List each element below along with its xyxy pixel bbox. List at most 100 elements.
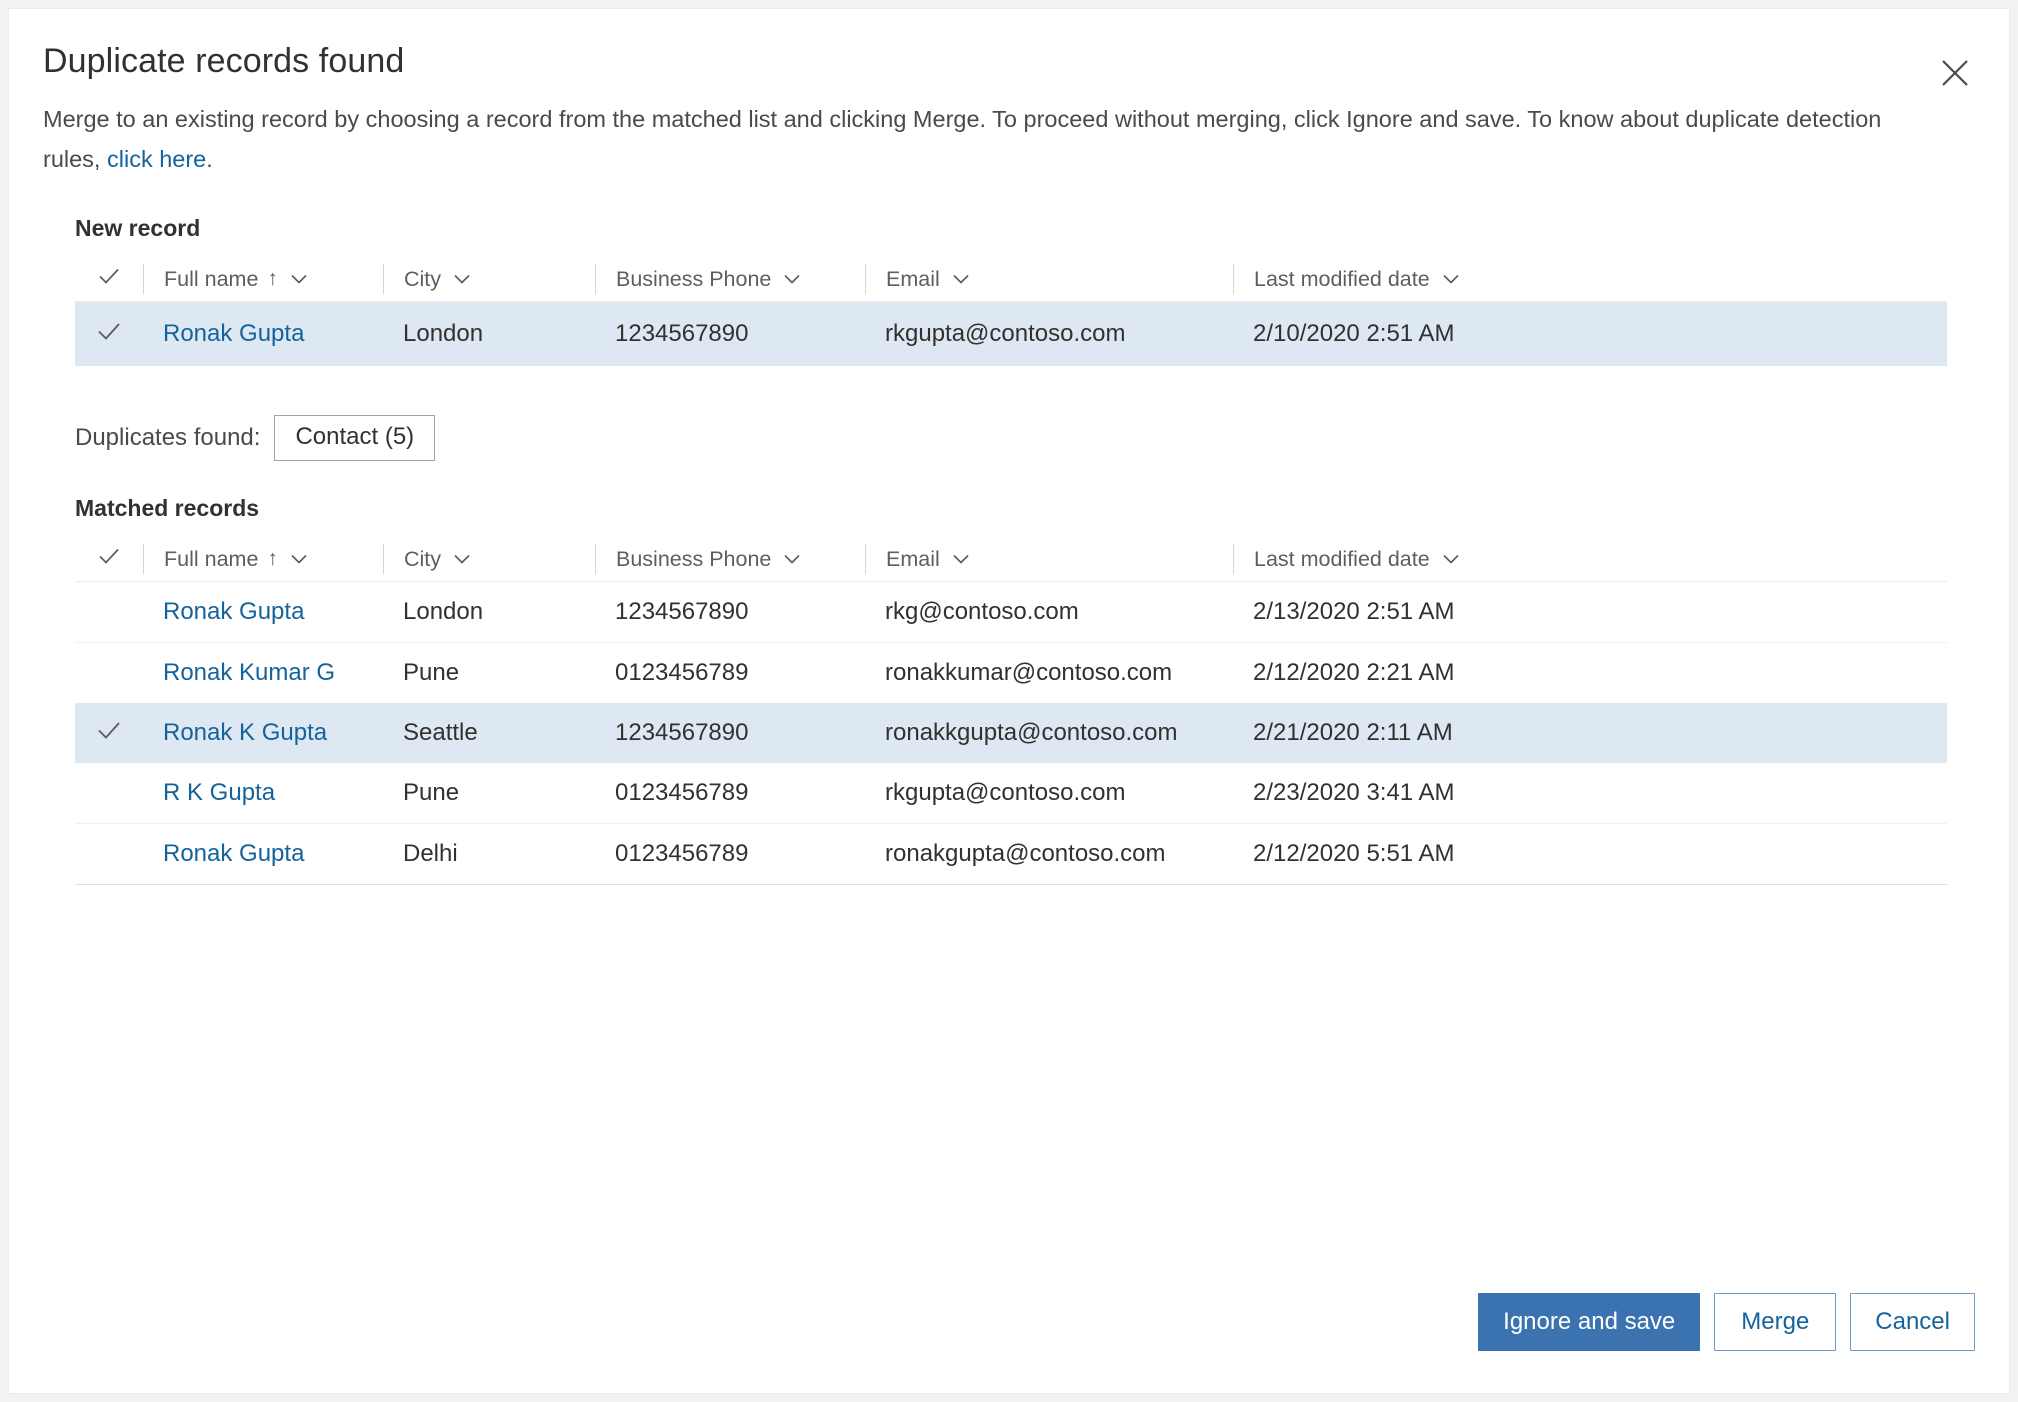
duplicates-found-row: Duplicates found: Contact (5): [75, 415, 436, 462]
cell-last-modified-date: 2/13/2020 2:51 AM: [1253, 598, 1455, 625]
column-header-city[interactable]: City: [383, 264, 595, 294]
ignore-and-save-button[interactable]: Ignore and save: [1478, 1293, 1701, 1351]
row-select-checkbox[interactable]: [75, 703, 143, 763]
row-select-checkbox[interactable]: [75, 582, 143, 642]
duplicate-records-dialog: Duplicate records found Merge to an exis…: [8, 8, 2010, 1394]
column-header-city-label: City: [404, 546, 442, 571]
check-icon: [96, 543, 122, 575]
cell-email: rkg@contoso.com: [885, 598, 1079, 625]
cell-full-name[interactable]: R K Gupta: [143, 763, 383, 823]
cell-email: ronakkgupta@contoso.com: [885, 719, 1178, 746]
chevron-down-icon[interactable]: [950, 268, 972, 290]
cell-city: Pune: [403, 659, 460, 686]
cell-business-phone: 1234567890: [615, 598, 749, 625]
check-icon: [95, 317, 123, 352]
cell-city: Delhi: [403, 840, 458, 867]
column-header-full-name-label: Full name: [164, 266, 259, 291]
cell-full-name[interactable]: Ronak Gupta: [143, 824, 383, 884]
cell-full-name[interactable]: Ronak Gupta: [143, 582, 383, 642]
cell-city: London: [403, 598, 484, 625]
cell-email: rkgupta@contoso.com: [885, 779, 1126, 806]
cell-last-modified-date: 2/23/2020 3:41 AM: [1253, 779, 1455, 806]
cell-business-phone: 0123456789: [615, 659, 749, 686]
chevron-down-icon[interactable]: [288, 268, 310, 290]
cell-last-modified-date: 2/10/2020 2:51 AM: [1253, 320, 1455, 347]
cell-last-modified-date: 2/21/2020 2:11 AM: [1253, 719, 1453, 746]
cell-city: Pune: [403, 779, 460, 806]
column-header-last-modified-date-label: Last modified date: [1254, 546, 1430, 571]
cell-email: ronakgupta@contoso.com: [885, 840, 1166, 867]
chevron-down-icon[interactable]: [781, 548, 803, 570]
table-row[interactable]: Ronak Gupta Delhi 0123456789 ronakgupta@…: [75, 824, 1947, 885]
column-header-full-name[interactable]: Full name ↑: [143, 544, 383, 574]
column-header-business-phone[interactable]: Business Phone: [595, 544, 865, 574]
chevron-down-icon[interactable]: [950, 548, 972, 570]
cell-business-phone: 1234567890: [615, 320, 749, 347]
cell-city: Seattle: [403, 719, 478, 746]
row-select-checkbox[interactable]: [75, 643, 143, 703]
chevron-down-icon[interactable]: [1440, 268, 1462, 290]
duplicates-entity-tab-contact[interactable]: Contact (5): [274, 415, 436, 462]
duplicate-detection-rules-link[interactable]: click here: [107, 146, 206, 172]
column-header-email-label: Email: [886, 266, 940, 291]
cell-business-phone: 0123456789: [615, 840, 749, 867]
merge-button[interactable]: Merge: [1714, 1293, 1837, 1351]
table-row[interactable]: Ronak K Gupta Seattle 1234567890 ronakkg…: [75, 703, 1947, 763]
chevron-down-icon[interactable]: [781, 268, 803, 290]
column-header-last-modified-date[interactable]: Last modified date: [1233, 544, 1633, 574]
row-select-checkbox[interactable]: [75, 302, 143, 366]
matched-records-grid: Full name ↑ City Business Phone Email La…: [75, 537, 1947, 885]
cell-business-phone: 0123456789: [615, 779, 749, 806]
close-icon: [1940, 58, 1970, 88]
column-header-last-modified-date-label: Last modified date: [1254, 266, 1430, 291]
cell-full-name[interactable]: Ronak K Gupta: [143, 703, 383, 763]
column-header-select-all[interactable]: [75, 544, 143, 574]
cell-city: London: [403, 320, 484, 347]
column-header-full-name[interactable]: Full name ↑: [143, 264, 383, 294]
cancel-button[interactable]: Cancel: [1850, 1293, 1975, 1351]
column-header-city-label: City: [404, 266, 442, 291]
column-header-business-phone[interactable]: Business Phone: [595, 264, 865, 294]
chevron-down-icon[interactable]: [288, 548, 310, 570]
column-header-last-modified-date[interactable]: Last modified date: [1233, 264, 1633, 294]
matched-records-grid-header: Full name ↑ City Business Phone Email La…: [75, 537, 1947, 582]
check-icon: [95, 716, 123, 751]
new-record-section-label: New record: [75, 215, 201, 241]
column-header-city[interactable]: City: [383, 544, 595, 574]
sort-ascending-icon: ↑: [267, 547, 278, 570]
column-header-email[interactable]: Email: [865, 544, 1233, 574]
close-button[interactable]: [1927, 45, 1983, 101]
table-row[interactable]: Ronak Gupta London 1234567890 rkg@contos…: [75, 582, 1947, 643]
cell-full-name[interactable]: Ronak Gupta: [143, 302, 383, 366]
column-header-select-all[interactable]: [75, 264, 143, 294]
cell-last-modified-date: 2/12/2020 2:21 AM: [1253, 659, 1455, 686]
sort-ascending-icon: ↑: [267, 267, 278, 290]
chevron-down-icon[interactable]: [451, 548, 473, 570]
column-header-business-phone-label: Business Phone: [616, 546, 772, 571]
row-select-checkbox[interactable]: [75, 824, 143, 884]
table-row[interactable]: Ronak Kumar G Pune 0123456789 ronakkumar…: [75, 643, 1947, 703]
column-header-email-label: Email: [886, 546, 940, 571]
chevron-down-icon[interactable]: [451, 268, 473, 290]
table-row[interactable]: R K Gupta Pune 0123456789 rkgupta@contos…: [75, 763, 1947, 824]
row-select-checkbox[interactable]: [75, 763, 143, 823]
table-row[interactable]: Ronak Gupta London 1234567890 rkgupta@co…: [75, 302, 1947, 366]
description-text-part2: .: [206, 146, 213, 172]
new-record-grid: Full name ↑ City Business Phone Email La…: [75, 257, 1947, 366]
matched-records-section-label: Matched records: [75, 495, 260, 521]
page-title: Duplicate records found: [43, 42, 405, 80]
check-icon: [96, 263, 122, 295]
cell-business-phone: 1234567890: [615, 719, 749, 746]
cell-full-name[interactable]: Ronak Kumar G: [143, 643, 383, 703]
duplicates-found-label: Duplicates found:: [75, 424, 261, 452]
column-header-email[interactable]: Email: [865, 264, 1233, 294]
dialog-footer: Ignore and save Merge Cancel: [1478, 1293, 1975, 1351]
new-record-grid-header: Full name ↑ City Business Phone Email La…: [75, 257, 1947, 302]
chevron-down-icon[interactable]: [1440, 548, 1462, 570]
column-header-full-name-label: Full name: [164, 546, 259, 571]
cell-last-modified-date: 2/12/2020 5:51 AM: [1253, 840, 1455, 867]
cell-email: rkgupta@contoso.com: [885, 320, 1126, 347]
cell-email: ronakkumar@contoso.com: [885, 659, 1173, 686]
dialog-description: Merge to an existing record by choosing …: [43, 99, 1903, 179]
column-header-business-phone-label: Business Phone: [616, 266, 772, 291]
